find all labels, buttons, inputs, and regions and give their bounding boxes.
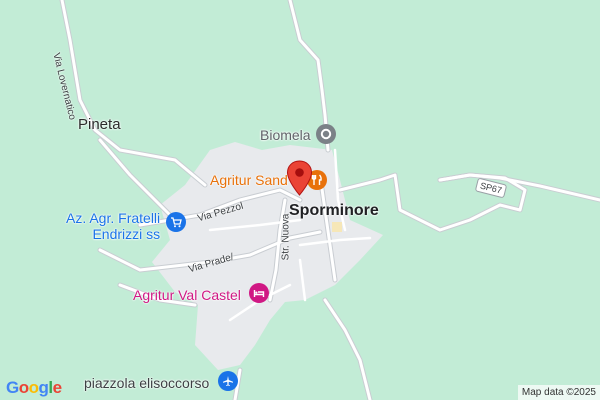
poi-label-agritur-val-castel[interactable]: Agritur Val Castel bbox=[133, 288, 241, 302]
building bbox=[332, 222, 342, 232]
location-icon[interactable] bbox=[316, 124, 336, 144]
place-label-sporminore[interactable]: Sporminore bbox=[289, 203, 379, 219]
map-attribution[interactable]: Map data ©2025 bbox=[517, 385, 600, 400]
logo-letter: e bbox=[52, 378, 62, 397]
poi-label-az-agr-line1: Az. Agr. Fratelli bbox=[66, 210, 161, 226]
google-logo[interactable]: Google bbox=[6, 378, 62, 398]
poi-label-biomela[interactable]: Biomela bbox=[260, 128, 311, 142]
logo-letter: g bbox=[38, 378, 49, 397]
place-label-pineta[interactable]: Pineta bbox=[78, 117, 121, 132]
airport-icon[interactable] bbox=[218, 371, 238, 391]
logo-letter: o bbox=[28, 378, 39, 397]
map-view[interactable]: Via Lovernatico Via Pezzol Str. Nuova Vi… bbox=[0, 0, 600, 400]
poi-label-az-agr[interactable]: Az. Agr. Fratelli Endrizzi ss bbox=[66, 211, 160, 241]
hotel-bed-icon[interactable] bbox=[249, 283, 269, 303]
poi-label-agritur-sand[interactable]: Agritur Sand bbox=[210, 173, 288, 187]
map-pin-icon[interactable] bbox=[286, 160, 313, 201]
road-label-str-nuova: Str. Nuova bbox=[280, 213, 292, 261]
poi-label-piazzola[interactable]: piazzola elisoccorso bbox=[84, 376, 209, 390]
logo-letter: o bbox=[18, 378, 29, 397]
shopping-cart-icon[interactable] bbox=[166, 212, 186, 232]
poi-label-az-agr-line2: Endrizzi ss bbox=[92, 226, 161, 242]
logo-letter: G bbox=[6, 378, 19, 397]
